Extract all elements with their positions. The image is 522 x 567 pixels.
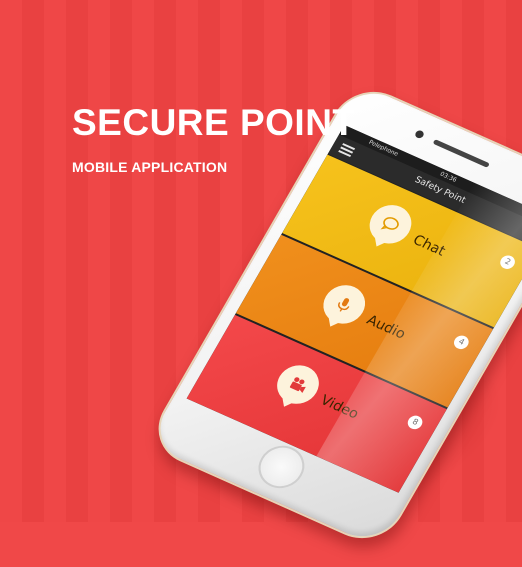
chat-label: Chat bbox=[410, 232, 448, 260]
chat-badge: 2 bbox=[497, 253, 518, 272]
microphone-icon bbox=[315, 278, 373, 330]
audio-label: Audio bbox=[363, 312, 409, 343]
hero-title: SECURE POINT bbox=[72, 102, 356, 143]
video-camera-icon bbox=[269, 358, 327, 411]
audio-badge: 4 bbox=[451, 333, 472, 352]
video-badge: 8 bbox=[405, 413, 425, 432]
chat-icon bbox=[362, 198, 419, 250]
hero-subtitle: MOBILE APPLICATION bbox=[72, 159, 228, 175]
video-label: Video bbox=[317, 392, 362, 423]
